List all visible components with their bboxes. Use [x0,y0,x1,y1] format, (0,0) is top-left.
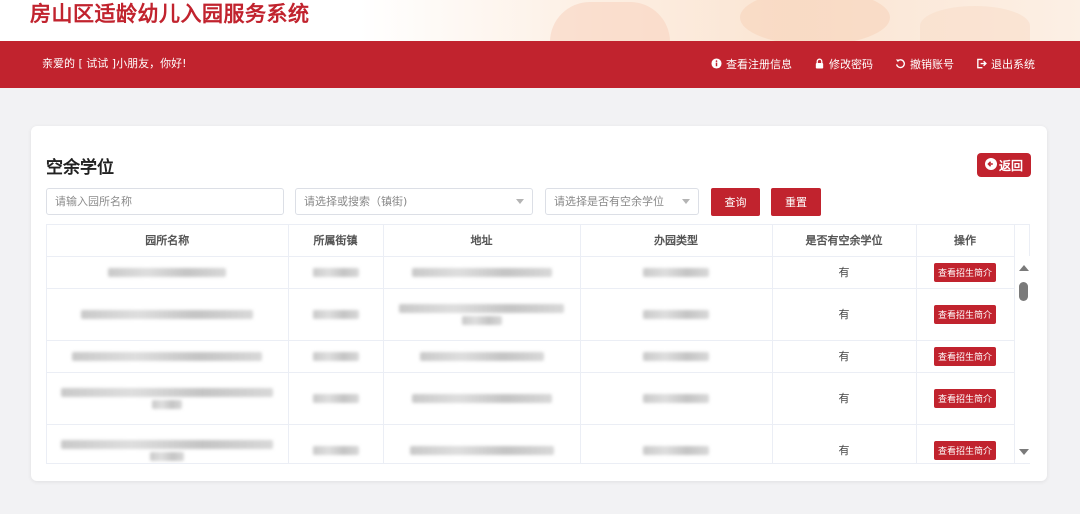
table-row: 有 查看招生简介 [47,340,1015,373]
vacancy-cell: 有 [772,288,917,341]
change-password-link[interactable]: 修改密码 [814,56,873,72]
view-intro-button[interactable]: 查看招生简介 [933,440,996,460]
view-intro-button[interactable]: 查看招生简介 [933,388,996,408]
page-title: 空余学位 [46,158,114,178]
top-banner: 房山区适龄幼儿入园服务系统 [0,0,1080,41]
redacted-street [312,310,359,319]
redacted-name [72,352,263,361]
column-header-address: 地址 [383,225,581,257]
table-scrollbar[interactable] [1016,256,1030,463]
redacted-address [419,352,544,361]
back-button[interactable]: 返回 [977,153,1031,177]
redacted-type [643,310,709,319]
vacancy-cell: 有 [772,340,917,373]
redacted-type [643,268,709,277]
view-registration-link[interactable]: 查看注册信息 [711,56,792,72]
redacted-street [312,394,359,403]
vacancy-cell: 有 [772,372,917,425]
redacted-name [61,439,274,449]
kindergarten-name-field[interactable] [46,188,284,215]
redacted-address [411,268,552,277]
vacancy-select[interactable]: 请选择是否有空余学位 [545,188,699,215]
banner-decoration [360,0,1080,41]
back-label: 返回 [998,158,1023,173]
cancel-account-link[interactable]: 撤销账号 [895,56,954,72]
chevron-down-icon [682,199,690,204]
reset-button[interactable]: 重置 [771,188,821,216]
arrow-left-icon [984,157,997,173]
vacancy-card: 空余学位 返回 请选择或搜索（镇街) 请选择是否有空余学位 查询 重置 园所名称… [31,126,1047,481]
view-registration-label: 查看注册信息 [726,57,792,71]
street-select-placeholder: 请选择或搜索（镇街) [304,195,408,208]
lock-icon [814,58,825,69]
redacted-type [643,352,709,361]
scroll-thumb[interactable] [1019,282,1028,301]
kindergarten-name-input[interactable] [55,189,283,214]
column-header-type: 办园类型 [580,225,773,257]
vacancy-cell: 有 [772,256,917,289]
logout-icon [976,58,987,69]
view-intro-button[interactable]: 查看招生简介 [933,262,996,282]
chevron-down-icon [516,199,524,204]
logout-link[interactable]: 退出系统 [976,56,1035,72]
view-intro-button[interactable]: 查看招生简介 [933,304,996,324]
cancel-account-label: 撤销账号 [910,57,954,71]
site-title: 房山区适龄幼儿入园服务系统 [30,2,310,26]
vacancy-cell: 有 [772,424,917,463]
user-greeting: 亲爱的 [ 试试 ]小朋友，你好! [42,57,187,70]
change-password-label: 修改密码 [829,57,873,71]
view-intro-button[interactable]: 查看招生简介 [933,346,996,366]
redacted-street [312,268,359,277]
nav-actions: 查看注册信息 修改密码 撤销账号 退出系统 [711,41,1035,86]
info-icon [711,58,722,69]
redacted-address [399,303,564,313]
table-header-row: 园所名称 所属街镇 地址 办园类型 是否有空余学位 操作 [47,225,1015,257]
column-header-action: 操作 [916,225,1015,257]
street-select[interactable]: 请选择或搜索（镇街) [295,188,533,215]
redacted-address [461,315,502,325]
table-row: 有 查看招生简介 [47,288,1015,341]
redacted-street [312,446,359,455]
redacted-name [108,268,227,277]
vacancy-select-placeholder: 请选择是否有空余学位 [554,195,664,208]
logout-label: 退出系统 [991,57,1035,71]
scroll-up-icon[interactable] [1019,265,1029,271]
scroll-down-icon[interactable] [1019,449,1029,455]
column-header-name: 园所名称 [47,225,289,257]
query-button[interactable]: 查询 [711,188,760,216]
redacted-name [61,387,274,397]
table-row: 有 查看招生简介 [47,424,1015,463]
redacted-type [643,394,709,403]
redacted-name [150,451,185,461]
table-row: 有 查看招生简介 [47,372,1015,425]
vacancy-table: 园所名称 所属街镇 地址 办园类型 是否有空余学位 操作 有 查看招生简介 有 … [46,224,1030,464]
redacted-name [152,399,183,409]
redacted-type [643,446,709,455]
undo-icon [895,58,906,69]
table-row: 有 查看招生简介 [47,256,1015,289]
column-header-vacancy: 是否有空余学位 [772,225,917,257]
redacted-name [81,310,254,319]
column-header-street: 所属街镇 [288,225,384,257]
redacted-street [312,352,359,361]
redacted-address [409,446,554,455]
nav-bar: 亲爱的 [ 试试 ]小朋友，你好! 查看注册信息 修改密码 撤销账号 退出系统 [0,41,1080,88]
redacted-address [411,394,552,403]
